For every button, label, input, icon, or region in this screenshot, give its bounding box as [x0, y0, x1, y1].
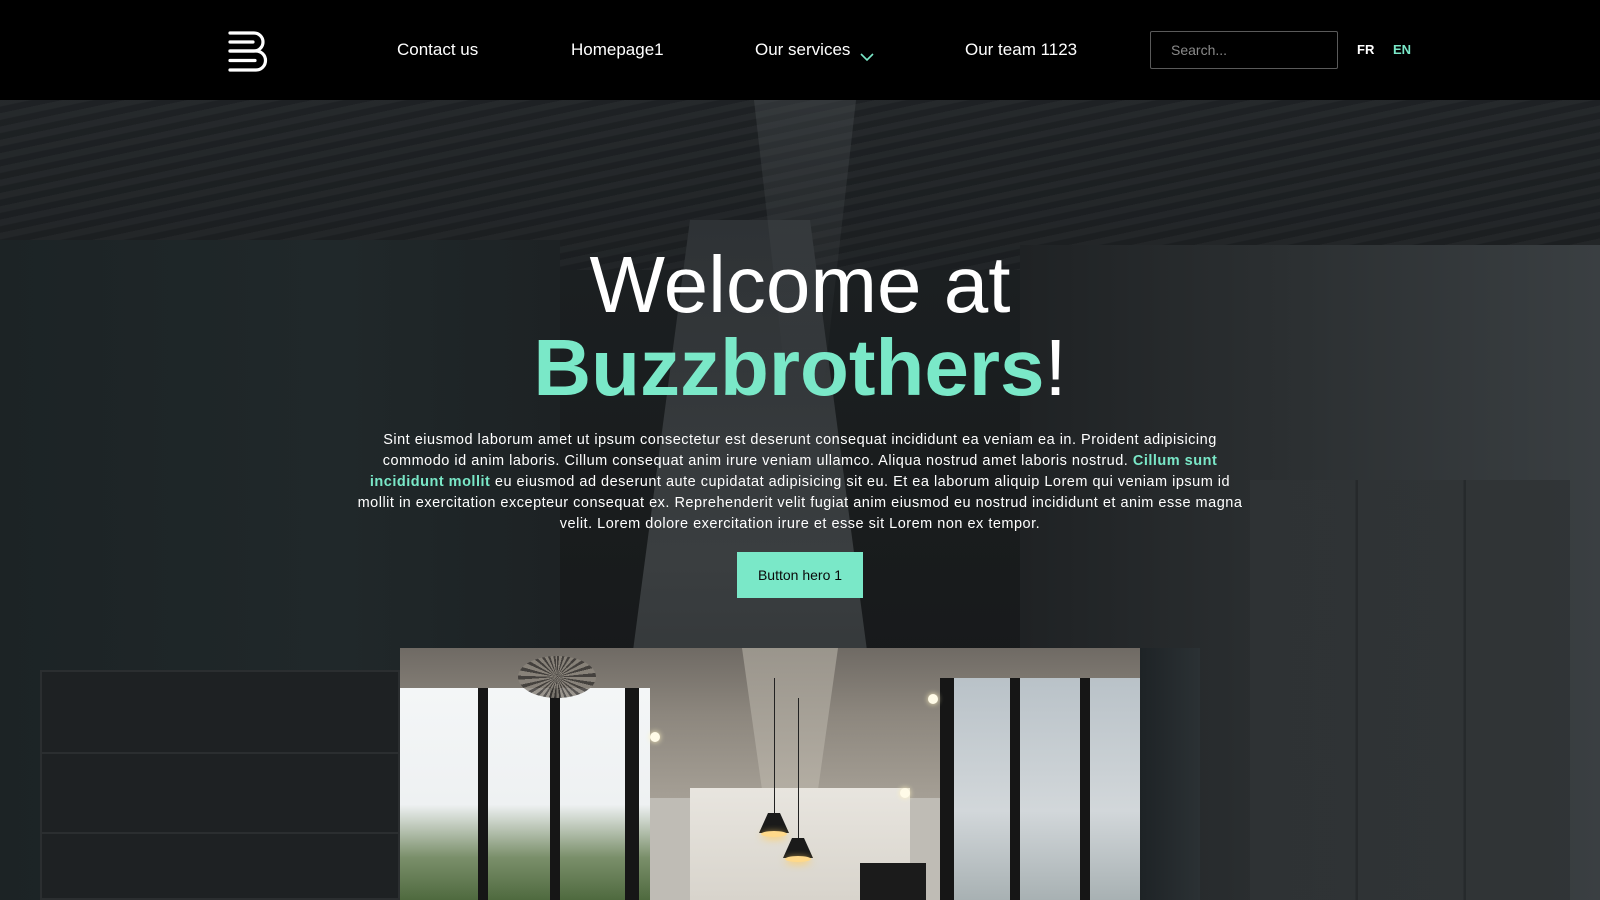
- chevron-down-icon: [860, 46, 874, 61]
- nav-our-services-label: Our services: [755, 40, 851, 59]
- office-doorway: [860, 863, 926, 900]
- hero-title-line2: Buzzbrothers!: [0, 325, 1600, 411]
- search-input[interactable]: [1150, 31, 1338, 69]
- ceiling-spotlight: [900, 788, 910, 798]
- office-image: [400, 648, 1200, 900]
- hero-background-shelf: [40, 670, 400, 900]
- hero-title-line1: Welcome at: [589, 240, 1011, 329]
- nav-our-team[interactable]: Our team 1123: [965, 39, 1077, 61]
- hero-title: Welcome at Buzzbrothers!: [0, 245, 1600, 411]
- ceiling-vent-icon: [518, 656, 596, 698]
- hero-title-brand: Buzzbrothers: [533, 323, 1045, 412]
- lang-en-link[interactable]: EN: [1393, 42, 1411, 57]
- hero-background-cabinets: [1250, 480, 1570, 900]
- hero-paragraph: Sint eiusmod laborum amet ut ipsum conse…: [355, 430, 1245, 535]
- hero-button[interactable]: Button hero 1: [737, 552, 863, 598]
- office-window-left: [400, 688, 650, 900]
- nav-contact-us[interactable]: Contact us: [397, 39, 478, 61]
- logo-icon[interactable]: [228, 30, 270, 72]
- hero-paragraph-before: Sint eiusmod laborum amet ut ipsum conse…: [382, 432, 1217, 469]
- hero-title-suffix: !: [1044, 323, 1067, 412]
- hero-paragraph-after: eu eiusmod ad deserunt aute cupidatat ad…: [357, 474, 1243, 532]
- lang-fr-link[interactable]: FR: [1357, 42, 1374, 57]
- nav-homepage1[interactable]: Homepage1: [571, 39, 664, 61]
- nav-our-services[interactable]: Our services: [755, 39, 874, 61]
- ceiling-spotlight: [650, 732, 660, 742]
- ceiling-spotlight: [928, 694, 938, 704]
- hero-section: Welcome at Buzzbrothers! Sint eiusmod la…: [0, 100, 1600, 900]
- office-right-edge: [1140, 648, 1200, 900]
- office-window-right: [940, 678, 1140, 900]
- navbar: Contact us Homepage1 Our services Our te…: [0, 0, 1600, 100]
